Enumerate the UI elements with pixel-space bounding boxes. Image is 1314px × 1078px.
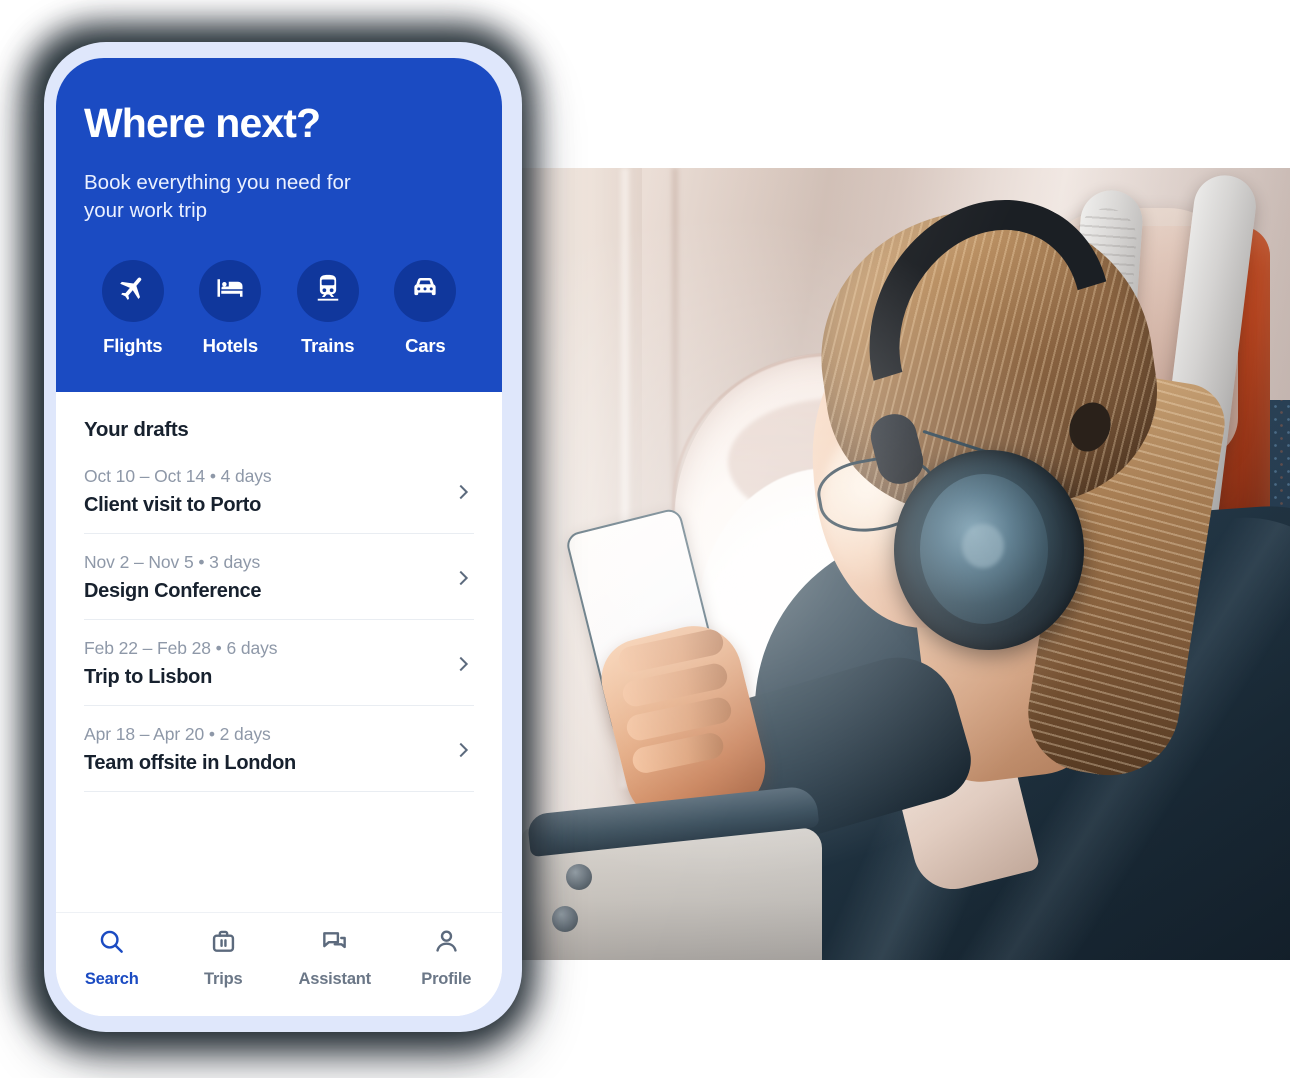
chevron-right-icon: [452, 481, 474, 503]
section-title: Your drafts: [84, 418, 189, 441]
draft-text-group: Apr 18 – Apr 20 • 2 days Team offsite in…: [84, 724, 440, 775]
tab-trips[interactable]: Trips: [168, 927, 280, 989]
tab-label: Trips: [204, 970, 243, 988]
chevron-right-icon: [452, 567, 474, 589]
category-label: Flights: [103, 334, 163, 356]
page-title: Where next?: [84, 100, 321, 146]
draft-name: Design Conference: [84, 580, 262, 602]
draft-name: Client visit to Porto: [84, 494, 262, 516]
tab-label: Profile: [421, 970, 472, 988]
category-flights[interactable]: Flights: [84, 259, 182, 357]
category-icon-circle: [101, 259, 164, 322]
category-cars[interactable]: Cars: [377, 259, 475, 357]
draft-name: Trip to Lisbon: [84, 666, 213, 688]
category-hotels[interactable]: Hotels: [182, 259, 280, 357]
hero-subtitle: Book everything you need for your work t…: [84, 171, 351, 223]
draft-dates: Apr 18 – Apr 20 • 2 days: [84, 724, 271, 744]
marketing-composition: Where next? Book everything you need for…: [0, 0, 1314, 1078]
tab-assistant[interactable]: Assistant: [279, 927, 391, 989]
phone-mockup-frame: Where next? Book everything you need for…: [44, 42, 522, 1032]
category-shortcuts: Flights Hotels Trains Cars: [84, 259, 475, 357]
bed-icon: [215, 273, 245, 308]
draft-dates: Oct 10 – Oct 14 • 4 days: [84, 466, 272, 486]
armrest-knob: [552, 906, 578, 932]
category-icon-circle: [199, 259, 262, 322]
draft-text-group: Feb 22 – Feb 28 • 6 days Trip to Lisbon: [84, 638, 440, 689]
person-icon: [432, 927, 461, 961]
tab-profile[interactable]: Profile: [391, 927, 503, 989]
draft-dates: Feb 22 – Feb 28 • 6 days: [84, 638, 278, 658]
category-label: Cars: [405, 334, 446, 356]
tab-label: Assistant: [298, 970, 372, 988]
bottom-tab-bar: Search Trips Assistant Profile: [56, 912, 502, 1016]
headphones-earcup-center: [962, 524, 1004, 568]
draft-list-item[interactable]: Feb 22 – Feb 28 • 6 days Trip to Lisbon: [84, 620, 474, 706]
category-label: Hotels: [202, 334, 259, 356]
category-icon-circle: [394, 259, 457, 322]
draft-name: Team offsite in London: [84, 752, 296, 774]
category-trains[interactable]: Trains: [279, 259, 377, 357]
chevron-right-icon: [452, 739, 474, 761]
chevron-right-icon: [452, 653, 474, 675]
draft-text-group: Nov 2 – Nov 5 • 3 days Design Conference: [84, 552, 440, 603]
search-icon: [97, 927, 126, 961]
draft-list-item[interactable]: Apr 18 – Apr 20 • 2 days Team offsite in…: [84, 706, 474, 792]
car-icon: [410, 273, 440, 308]
suitcase-icon: [209, 927, 238, 961]
drafts-section: Your drafts Oct 10 – Oct 14 • 4 days Cli…: [56, 392, 502, 912]
armrest-knob: [566, 864, 592, 890]
phone-screen: Where next? Book everything you need for…: [56, 58, 502, 1016]
draft-list-item[interactable]: Nov 2 – Nov 5 • 3 days Design Conference: [84, 534, 474, 620]
airplane-icon: [118, 273, 148, 308]
category-label: Trains: [301, 334, 355, 356]
train-icon: [313, 273, 343, 308]
chat-bubbles-icon: [320, 927, 349, 961]
airplane-cabin-photo: [522, 168, 1290, 960]
draft-dates: Nov 2 – Nov 5 • 3 days: [84, 552, 261, 572]
category-icon-circle: [296, 259, 359, 322]
hero-section: Where next? Book everything you need for…: [56, 58, 502, 392]
tab-label: Search: [84, 970, 139, 988]
tab-search[interactable]: Search: [56, 927, 168, 989]
draft-list-item[interactable]: Oct 10 – Oct 14 • 4 days Client visit to…: [84, 448, 474, 534]
draft-text-group: Oct 10 – Oct 14 • 4 days Client visit to…: [84, 466, 440, 517]
